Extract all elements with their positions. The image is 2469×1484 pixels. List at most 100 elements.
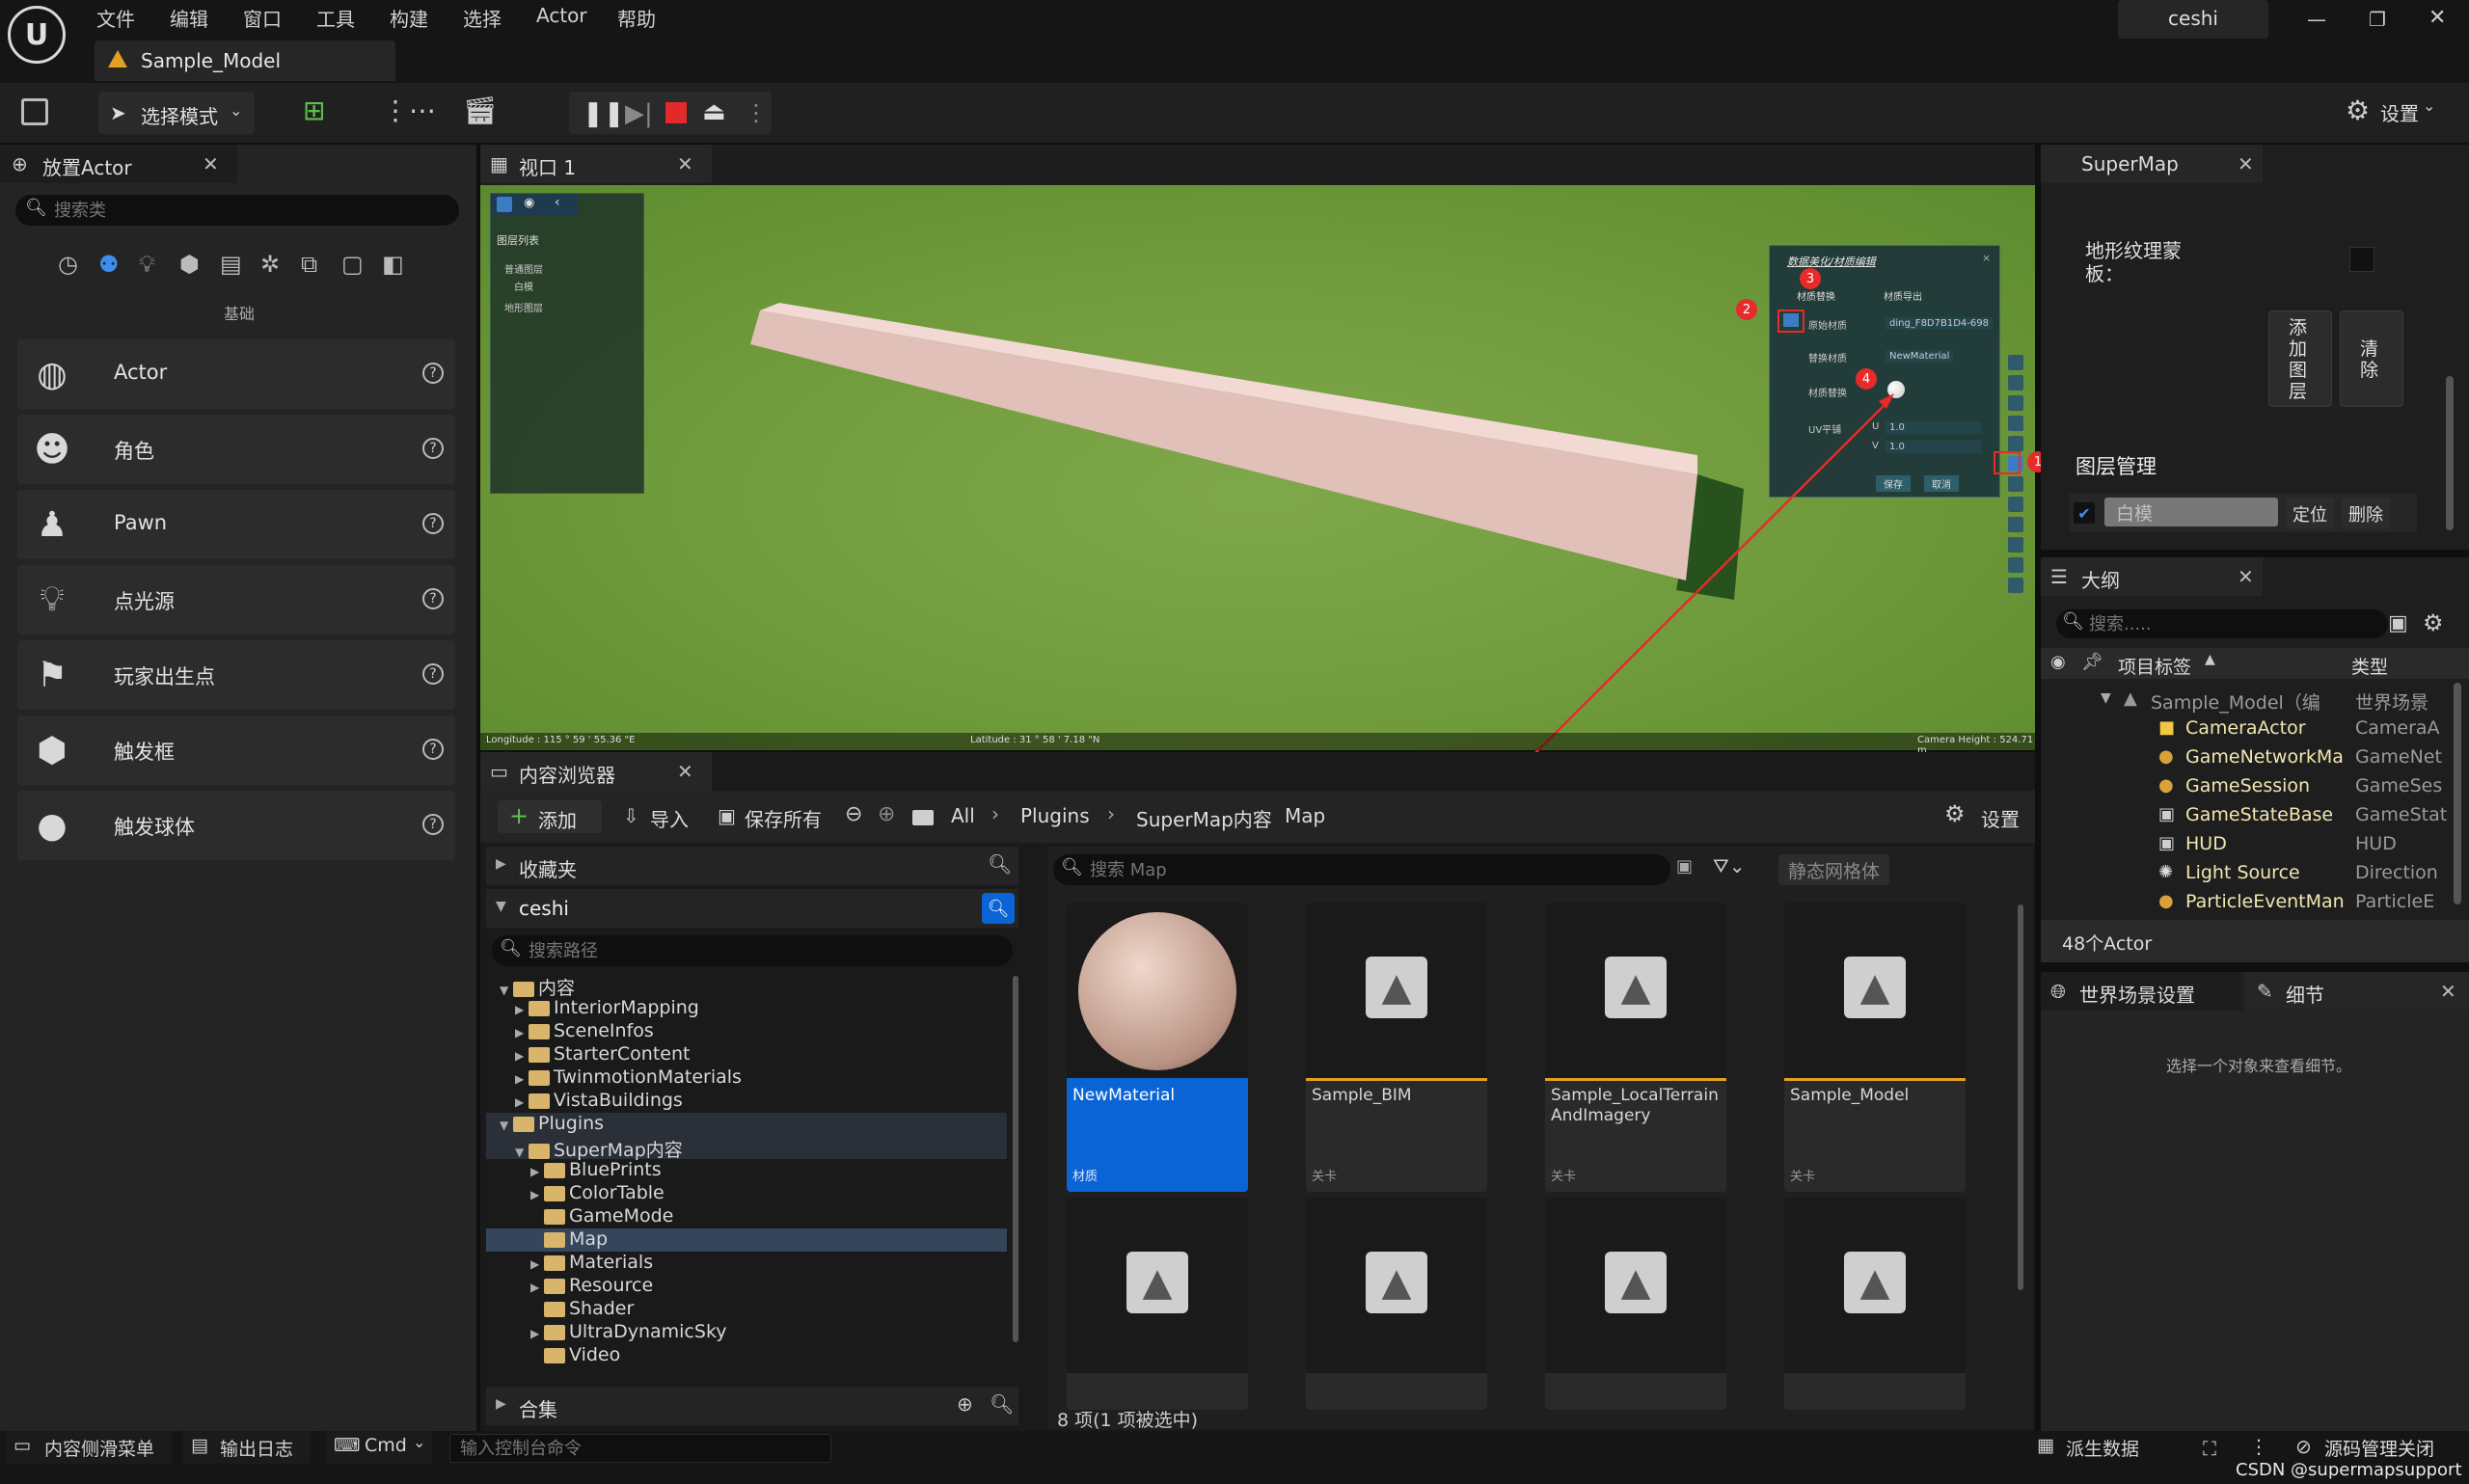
help-icon[interactable]: ? (422, 588, 444, 609)
help-icon[interactable]: ? (422, 663, 444, 685)
pin-icon[interactable]: 📌︎ (2081, 652, 2103, 672)
folder-item[interactable]: ▶ InteriorMapping (486, 997, 1007, 1020)
more-icon[interactable]: ⋮ (2249, 1435, 2268, 1458)
actor-class-item[interactable]: ♟ Pawn? (17, 490, 455, 559)
eject-icon[interactable]: ⏏ (702, 97, 726, 126)
settings-label[interactable]: 设置 (2380, 98, 2419, 126)
chevron-down-icon[interactable]: ▼ (500, 984, 513, 997)
shapes-icon[interactable]: ⬢ (179, 251, 200, 278)
content-settings-button[interactable]: 设置 (1981, 804, 2020, 832)
select-mode-button[interactable]: ➤ 选择模式 ⌄ (98, 92, 255, 134)
console-input[interactable] (449, 1434, 831, 1463)
locate-button[interactable]: 定位 (2286, 498, 2334, 528)
asset-tile-selected[interactable]: NewMaterial 材质 (1067, 903, 1248, 1192)
breadcrumb-item[interactable]: Map (1285, 804, 1325, 827)
menu-item-6[interactable]: Actor (536, 4, 587, 27)
asset-search-input[interactable] (1090, 857, 1649, 882)
folder-item[interactable]: ▶ UltraDynamicSky (486, 1321, 1007, 1344)
add-layer-button[interactable]: 添加图层 (2268, 310, 2332, 407)
folder-item[interactable]: Shader (486, 1298, 1007, 1321)
layer-name-field[interactable]: 白模 (2104, 498, 2278, 526)
folder-item[interactable]: ▶ TwinmotionMaterials (486, 1066, 1007, 1090)
forward-icon[interactable]: ⊕ (878, 802, 895, 826)
folder-item[interactable]: ▶ StarterContent (486, 1043, 1007, 1066)
folder-item[interactable]: ▼ 内容 (486, 974, 1007, 999)
scrollbar[interactable] (2454, 683, 2461, 904)
save-all-button[interactable]: 保存所有 (745, 804, 822, 832)
minimize-icon[interactable]: — (2307, 8, 2326, 31)
chevron-down-icon[interactable]: ▼ (500, 1119, 513, 1132)
import-button[interactable]: 导入 (650, 804, 689, 832)
outliner-row[interactable]: ▣ GameStateBase GameStat (2041, 802, 2454, 831)
chevron-down-icon[interactable]: ▼ (2101, 690, 2111, 706)
item-label-column[interactable]: 项目标签 (2118, 653, 2191, 679)
asset-tile[interactable]: ▲ Sample_Model 关卡 (1784, 903, 1966, 1192)
folder-item[interactable]: ▼ Plugins (486, 1113, 1007, 1136)
geometry-icon[interactable]: ⧉ (301, 251, 317, 278)
chevron-down-icon[interactable]: ▼ (515, 1146, 529, 1159)
scrollbar[interactable] (1013, 976, 1018, 1342)
chevron-right-icon[interactable]: ▶ (515, 1003, 529, 1016)
settings-gear-icon[interactable]: ⚙ (2346, 94, 2370, 126)
chevron-right-icon[interactable]: ▶ (515, 1026, 529, 1039)
path-search-input[interactable] (529, 938, 991, 963)
outliner-row[interactable]: ✺ Light Source Direction (2041, 860, 2454, 889)
maximize-icon[interactable]: ❐ (2369, 8, 2386, 31)
asset-tile[interactable]: ▲ (1545, 1198, 1726, 1410)
settings-gear-icon[interactable]: ⚙ (2423, 609, 2444, 636)
settings-gear-icon[interactable]: ⚙ (1944, 800, 1966, 827)
actor-class-item[interactable]: 💡︎ 点光源? (17, 565, 455, 634)
scrollbar[interactable] (2446, 376, 2454, 530)
outliner-row[interactable]: ▼ ▲ Sample_Model（编 世界场景 (2041, 687, 2454, 715)
search-icon[interactable]: 🔍︎ (990, 1392, 1014, 1416)
network-icon[interactable]: ⛶ (2203, 1437, 2216, 1460)
derived-data-button[interactable]: ▦ 派生数据 (2023, 1431, 2168, 1464)
outliner-search-box[interactable]: 🔍︎ (2056, 609, 2388, 638)
menu-item-5[interactable]: 选择 (463, 4, 502, 32)
chevron-right-icon[interactable]: ▶ (515, 1072, 529, 1086)
viewport-tab[interactable]: ▦ 视口 1 ✕ (480, 145, 712, 183)
help-icon[interactable]: ? (422, 814, 444, 835)
asset-tile[interactable]: ▲ Sample_BIM 关卡 (1306, 903, 1487, 1192)
cinematic-icon[interactable]: ▤ (220, 251, 242, 278)
folder-item[interactable]: ▶ Resource (486, 1275, 1007, 1298)
back-icon[interactable]: ⊖ (845, 802, 862, 826)
menu-item-1[interactable]: 编辑 (170, 4, 208, 32)
breadcrumb-item[interactable]: Plugins (1020, 804, 1090, 827)
breadcrumb-item[interactable]: All (951, 804, 975, 827)
chevron-right-icon[interactable]: ▶ (530, 1165, 544, 1178)
close-window-icon[interactable]: ✕ (2428, 6, 2446, 30)
source-control-icon[interactable]: ⊘ (2295, 1435, 2312, 1458)
actor-class-item[interactable]: ☻ 角色? (17, 415, 455, 484)
outliner-row[interactable]: ■ CameraActor CameraA (2041, 715, 2454, 744)
path-search-box[interactable]: 🔍︎ (492, 935, 1013, 966)
chevron-right-icon[interactable]: ▶ (530, 1188, 544, 1201)
asset-tile[interactable]: ▲ Sample_LocalTerrainAndImagery 关卡 (1545, 903, 1726, 1192)
stop-icon[interactable] (665, 102, 687, 123)
output-log-button[interactable]: ▤ 输出日志 (183, 1431, 311, 1464)
asset-search-box[interactable]: 🔍︎ (1053, 854, 1670, 885)
chevron-right-icon[interactable]: ▶ (515, 1095, 529, 1109)
asset-tile[interactable]: ▲ (1067, 1198, 1248, 1410)
folder-item[interactable]: ▶ ColorTable (486, 1182, 1007, 1205)
outliner-row[interactable]: ● ParticleEventMan ParticleE (2041, 889, 2454, 918)
help-icon[interactable]: ? (422, 513, 444, 534)
chevron-right-icon[interactable]: ▶ (530, 1327, 544, 1340)
content-browser-tab[interactable]: ▭ 内容浏览器 ✕ (480, 752, 712, 791)
place-actor-tab[interactable]: ⊕ 放置Actor ✕ (0, 145, 237, 183)
import-icon[interactable]: ⇩ (623, 804, 639, 827)
close-icon[interactable]: ✕ (677, 760, 693, 783)
menu-item-3[interactable]: 工具 (316, 4, 355, 32)
add-collection-icon[interactable]: ⊕ (957, 1392, 973, 1416)
delete-button[interactable]: 删除 (2342, 498, 2390, 528)
menu-item-2[interactable]: 窗口 (243, 4, 282, 32)
cmd-dropdown[interactable]: ⌨ Cmd ⌄ (326, 1431, 432, 1464)
source-control-label[interactable]: 源码管理关闭 (2324, 1435, 2434, 1461)
document-tab[interactable]: Sample_Model (95, 40, 395, 81)
breadcrumb-item[interactable]: SuperMap内容 (1136, 804, 1272, 832)
folder-item[interactable]: ▶ BluePrints (486, 1159, 1007, 1182)
folder-item[interactable]: ▶ VistaBuildings (486, 1090, 1007, 1113)
search-icon[interactable]: 🔍︎ (982, 893, 1015, 924)
visual-effects-icon[interactable]: ✲ (260, 251, 280, 278)
outliner-row[interactable]: ▣ HUD HUD (2041, 831, 2454, 860)
